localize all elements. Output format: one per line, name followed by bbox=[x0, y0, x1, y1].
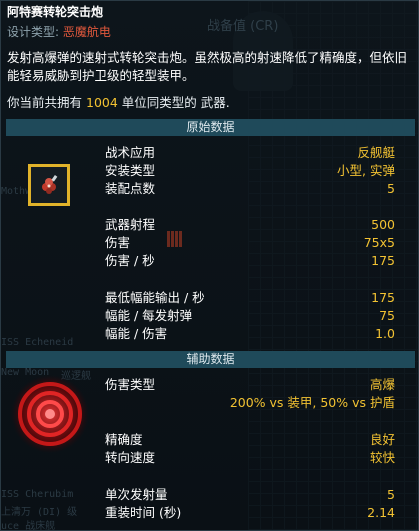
stat-row: 装配点数 5 bbox=[105, 180, 395, 197]
damage-modifier-text: 200% vs 装甲, 50% vs 护盾 bbox=[229, 395, 395, 410]
background-ghost-text: 上清万 (DI) 级 bbox=[1, 507, 78, 518]
weapon-cluster-icon bbox=[42, 174, 58, 194]
stat-value: 高爆 bbox=[369, 377, 395, 392]
stat-value: 75 bbox=[379, 308, 395, 323]
stat-label: 幅能 / 伤害 bbox=[105, 326, 168, 341]
stat-label: 装配点数 bbox=[105, 181, 156, 196]
stat-row: 武器射程 500 bbox=[105, 216, 395, 233]
weapon-tooltip-panel: 战备值 (CR) Mothworth ISS Echeneid New Moon… bbox=[0, 0, 419, 531]
owned-count: 1004 bbox=[86, 95, 118, 110]
stat-value: 1.0 bbox=[375, 326, 395, 341]
stat-row: 伤害 / 秒 175 bbox=[105, 252, 395, 269]
ammo-bars-icon bbox=[167, 231, 187, 247]
stat-label: 幅能 / 每发射弹 bbox=[105, 308, 193, 323]
stat-value: 5 bbox=[387, 181, 395, 196]
stat-label: 安装类型 bbox=[105, 163, 156, 178]
stat-row: 战术应用 反舰艇 bbox=[105, 144, 395, 161]
stat-row: 幅能 / 每发射弹 75 bbox=[105, 307, 395, 324]
stat-row: 精确度 良好 bbox=[105, 431, 395, 448]
stat-label: 伤害类型 bbox=[105, 377, 156, 392]
stat-label: 武器射程 bbox=[105, 217, 156, 232]
stat-label: 伤害 bbox=[105, 235, 131, 250]
section-primary-header: 原始数据 bbox=[6, 119, 415, 136]
design-type-line: 设计类型: 恶魔航电 bbox=[7, 23, 111, 40]
stat-label: 战术应用 bbox=[105, 145, 156, 160]
owned-prefix: 你当前共拥有 bbox=[7, 95, 83, 110]
stat-value: 175 bbox=[371, 253, 395, 268]
stat-value: 2.14 bbox=[367, 505, 395, 520]
stat-value: 反舰艇 bbox=[357, 145, 395, 160]
design-type-value: 恶魔航电 bbox=[62, 25, 111, 39]
weapon-description: 发射高爆弹的速射式转轮突击炮。虽然极高的射速降低了精确度，但依旧能轻易威胁到护卫… bbox=[7, 50, 408, 83]
section-secondary-header: 辅助数据 bbox=[6, 351, 415, 368]
stat-label: 单次发射量 bbox=[105, 487, 168, 502]
stat-label: 重装时间 (秒) bbox=[105, 505, 182, 520]
stat-row: 转向速度 较快 bbox=[105, 449, 395, 466]
stat-label: 最低幅能输出 / 秒 bbox=[105, 290, 205, 305]
background-cr-label: 战备值 (CR) bbox=[207, 19, 279, 34]
background-ghost-text: uce 战床舰 bbox=[1, 521, 56, 531]
stat-row: 最低幅能输出 / 秒 175 bbox=[105, 289, 395, 306]
stat-row: 伤害类型 高爆 bbox=[105, 376, 395, 393]
background-ghost-text: ISS Echeneid bbox=[1, 337, 74, 348]
stat-value: 小型, 实弹 bbox=[337, 163, 395, 178]
stat-label: 伤害 / 秒 bbox=[105, 253, 155, 268]
stat-value: 较快 bbox=[369, 450, 395, 465]
design-type-label: 设计类型: bbox=[7, 25, 60, 39]
stat-row: 伤害 75x5 bbox=[105, 234, 395, 251]
stat-label: 精确度 bbox=[105, 432, 143, 447]
stat-row: 重装时间 (秒) 2.14 bbox=[105, 504, 395, 521]
stat-value: 75x5 bbox=[363, 235, 395, 250]
weapon-icon-frame bbox=[28, 164, 70, 206]
owned-suffix: 单位同类型的 武器. bbox=[121, 95, 230, 110]
high-explosive-target-icon bbox=[11, 375, 89, 453]
background-ghost-text: ISS Cherubim bbox=[1, 489, 74, 500]
owned-count-line: 你当前共拥有 1004 单位同类型的 武器. bbox=[7, 92, 230, 111]
stat-value: 良好 bbox=[369, 432, 395, 447]
stat-value: 500 bbox=[371, 217, 395, 232]
stat-label: 转向速度 bbox=[105, 450, 156, 465]
stat-row: 单次发射量 5 bbox=[105, 486, 395, 503]
stat-row: 安装类型 小型, 实弹 bbox=[105, 162, 395, 179]
weapon-title: 阿特赛转轮突击炮 bbox=[7, 5, 104, 19]
stat-value: 5 bbox=[387, 487, 395, 502]
stat-row: 幅能 / 伤害 1.0 bbox=[105, 325, 395, 342]
stat-value: 175 bbox=[371, 290, 395, 305]
